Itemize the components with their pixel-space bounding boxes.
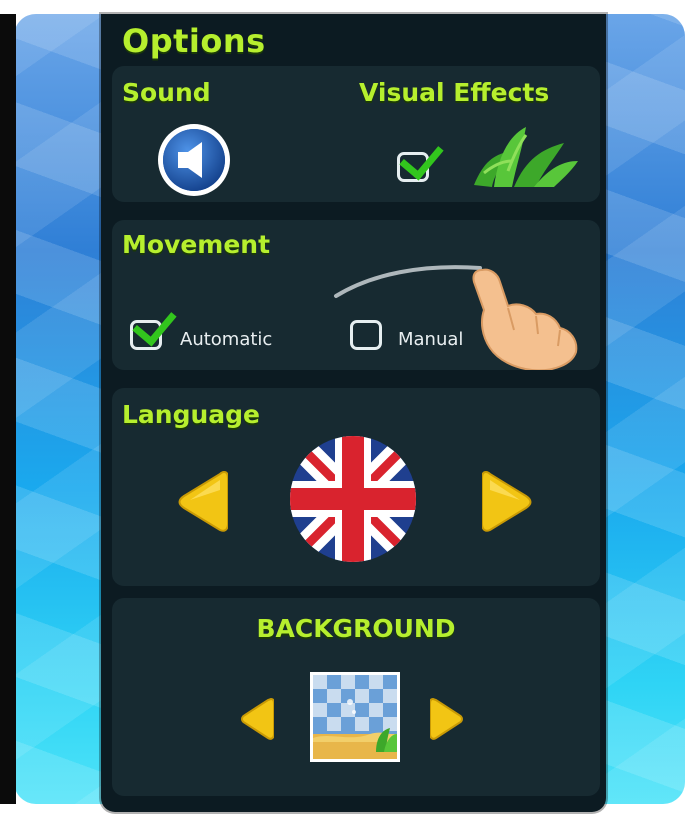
page-title: Options <box>122 22 266 60</box>
automatic-label: Automatic <box>180 329 273 350</box>
background-prev-arrow[interactable] <box>240 696 274 742</box>
seaweed-icon <box>474 127 578 187</box>
swipe-hand-icon <box>334 265 578 370</box>
movement-label: Movement <box>122 230 271 259</box>
language-next-arrow[interactable] <box>482 468 534 536</box>
sound-effects-section: Sound Visual Effects <box>112 66 600 202</box>
visual-effects-label: Visual Effects <box>359 78 550 107</box>
visual-effects-checkbox[interactable] <box>395 134 444 184</box>
background-next-arrow[interactable] <box>430 696 464 742</box>
screen-edge <box>0 14 16 804</box>
sound-label: Sound <box>122 78 211 107</box>
movement-section: Movement Automatic Manual <box>112 220 600 370</box>
background-thumbnail[interactable] <box>310 672 400 762</box>
sound-toggle-button[interactable] <box>156 122 232 198</box>
automatic-option[interactable]: Automatic <box>124 300 294 352</box>
speaker-icon <box>158 124 230 196</box>
language-label: Language <box>122 400 261 429</box>
language-prev-arrow[interactable] <box>176 468 228 536</box>
language-section: Language <box>112 388 600 586</box>
background-section: BACKGROUND <box>112 598 600 796</box>
uk-flag-icon <box>290 436 416 562</box>
background-label: BACKGROUND <box>256 614 456 643</box>
